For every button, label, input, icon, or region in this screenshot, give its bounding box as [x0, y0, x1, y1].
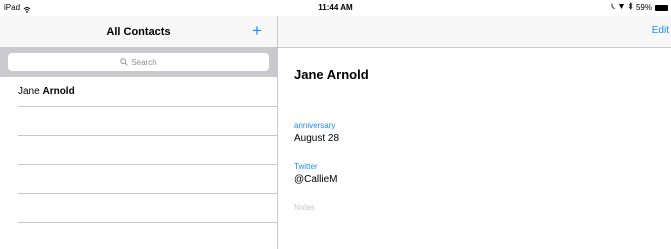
detail-nav-bar: Edit: [278, 16, 671, 48]
add-contact-button[interactable]: +: [249, 21, 265, 41]
contact-name: Jane Arnold: [18, 86, 75, 97]
ipad-screen: iPad 11:44 AM 59% All Contacts + Search …: [0, 0, 671, 249]
search-placeholder: Search: [131, 57, 157, 67]
contact-detail-panel: Edit Jane Arnold anniversary August 28 T…: [278, 16, 671, 249]
contacts-list-panel: All Contacts + Search Jane Arnold: [0, 16, 278, 249]
contacts-list: Jane Arnold: [0, 76, 277, 249]
master-nav-bar: All Contacts +: [0, 16, 277, 48]
contact-last-name: Arnold: [42, 86, 75, 97]
location-icon: [609, 0, 615, 16]
anniversary-label: anniversary: [294, 121, 336, 130]
row-divider: [18, 222, 277, 223]
battery-icon: [655, 5, 668, 11]
status-time: 11:44 AM: [318, 3, 353, 12]
bluetooth-icon: [628, 0, 633, 16]
row-divider: [18, 135, 277, 136]
twitter-label: Twitter: [294, 162, 318, 171]
contact-detail-name: Jane Arnold: [294, 67, 369, 82]
master-title: All Contacts: [106, 26, 171, 38]
status-right: 59%: [609, 0, 668, 16]
search-input[interactable]: Search: [8, 53, 269, 71]
status-bar: iPad 11:44 AM 59%: [0, 0, 671, 16]
row-divider: [18, 164, 277, 165]
row-divider: [18, 106, 277, 107]
anniversary-value[interactable]: August 28: [294, 133, 339, 144]
list-item[interactable]: Jane Arnold: [0, 77, 277, 106]
alarm-icon: [618, 0, 625, 16]
notes-field[interactable]: Notes: [294, 203, 315, 212]
edit-button[interactable]: Edit: [652, 25, 669, 36]
search-icon: [120, 58, 128, 66]
contact-first-name: Jane: [18, 86, 40, 97]
twitter-value[interactable]: @CallieM: [294, 174, 338, 185]
battery-percent: 59%: [635, 3, 652, 12]
row-divider: [18, 193, 277, 194]
